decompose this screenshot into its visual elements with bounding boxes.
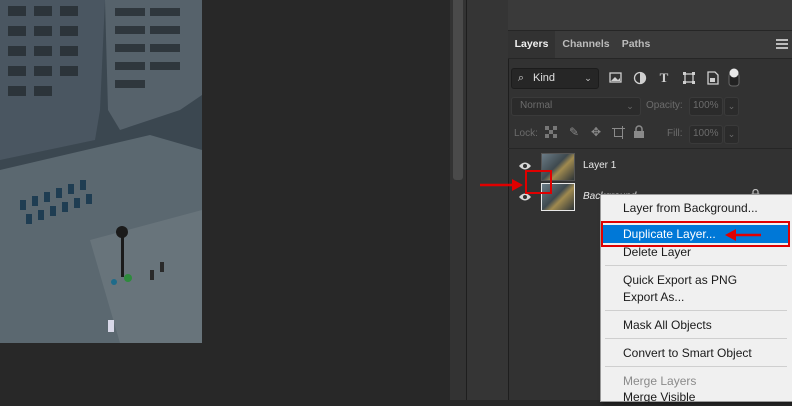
chevron-down-icon: ⌄ [584, 73, 592, 83]
fill-value: 100% [693, 128, 719, 139]
filter-kind-label: Kind [533, 72, 556, 84]
adjustment-filter-icon[interactable] [633, 71, 647, 85]
menu-separator [605, 338, 787, 339]
chevron-down-icon: ⌄ [626, 101, 634, 111]
layer-name[interactable]: Layer 1 [583, 160, 616, 171]
tab-paths[interactable]: Paths [616, 31, 656, 58]
menu-item-layer-from-background[interactable]: Layer from Background... [601, 199, 789, 217]
collapsed-panel-dock [466, 0, 509, 400]
image-filter-icon[interactable] [609, 71, 623, 85]
blend-mode-dropdown[interactable]: Normal ⌄ [511, 97, 641, 116]
fill-label: Fill: [667, 128, 683, 139]
filter-toggle-icon[interactable] [728, 67, 740, 87]
opacity-field[interactable]: 100% [689, 97, 723, 116]
lock-all-icon[interactable] [633, 125, 645, 139]
menu-separator [605, 265, 787, 266]
layer-filter-dropdown[interactable]: ⌕ Kind ⌄ [511, 68, 599, 89]
menu-item-quick-export-png[interactable]: Quick Export as PNG [601, 271, 789, 289]
menu-item-merge-visible[interactable]: Merge Visible [601, 388, 789, 406]
opacity-value: 100% [693, 100, 719, 111]
search-icon: ⌕ [517, 72, 525, 84]
opacity-label: Opacity: [646, 100, 683, 111]
menu-item-export-as[interactable]: Export As... [601, 288, 789, 306]
city-street-photo [0, 0, 202, 343]
lock-transparent-pixels-icon[interactable] [545, 126, 557, 138]
annotation-arrow [480, 179, 523, 191]
chevron-down-icon: ⌄ [727, 101, 736, 111]
shape-filter-icon[interactable] [682, 71, 696, 85]
menu-separator [605, 366, 787, 367]
annotation-arrow [725, 229, 761, 241]
opacity-dropdown-button[interactable]: ⌄ [724, 97, 739, 116]
type-filter-icon[interactable]: T [657, 71, 671, 85]
tab-channels[interactable]: Channels [557, 31, 615, 58]
panel-header-strip [508, 0, 792, 31]
panel-tabs: Layers Channels Paths [508, 31, 792, 59]
blend-mode-value: Normal [520, 100, 553, 111]
divider [508, 148, 792, 149]
menu-separator [605, 310, 787, 311]
smart-object-filter-icon[interactable] [706, 71, 720, 85]
tab-layers[interactable]: Layers [508, 31, 555, 58]
panel-menu-icon[interactable] [776, 38, 788, 50]
fill-field[interactable]: 100% [689, 125, 723, 144]
document-image[interactable] [0, 0, 202, 343]
annotation-box-thumbnail [525, 170, 552, 194]
menu-item-convert-to-smart-object[interactable]: Convert to Smart Object [601, 344, 789, 362]
lock-artboard-icon[interactable] [612, 126, 625, 139]
lock-label: Lock: [514, 128, 538, 139]
menu-item-mask-all-objects[interactable]: Mask All Objects [601, 316, 789, 334]
fill-dropdown-button[interactable]: ⌄ [724, 125, 739, 144]
scrollbar-thumb[interactable] [453, 0, 463, 180]
lock-position-icon[interactable]: ✥ [589, 125, 603, 139]
chevron-down-icon: ⌄ [727, 129, 736, 139]
lock-image-pixels-icon[interactable]: ✎ [567, 125, 581, 139]
